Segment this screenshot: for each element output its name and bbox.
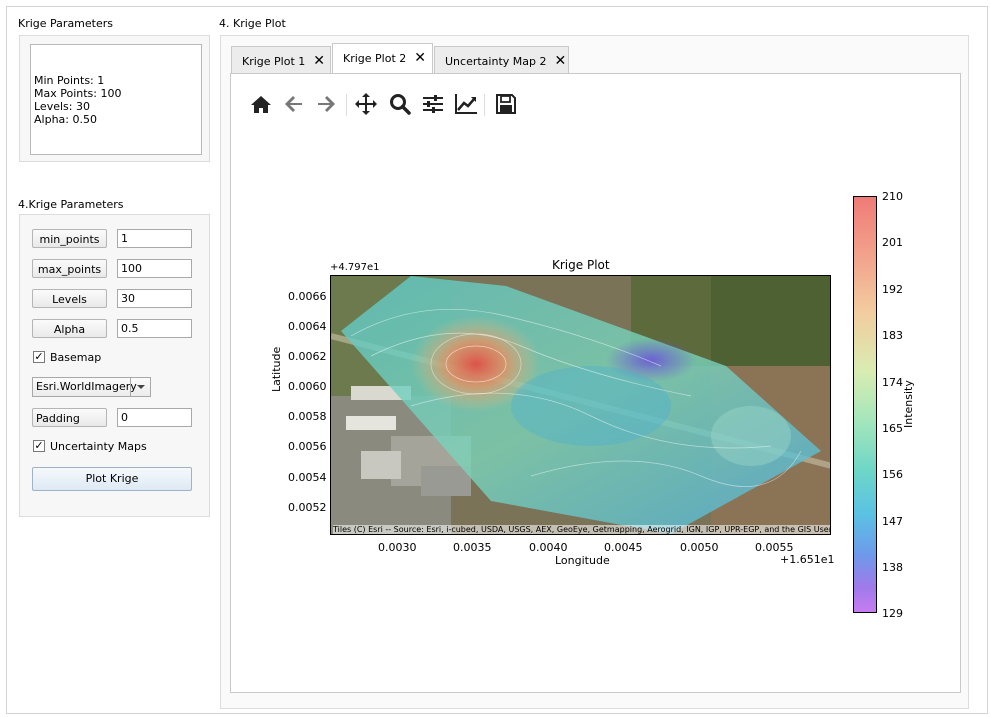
close-icon[interactable]: ✕ bbox=[414, 50, 426, 66]
colorbar-tick-label: 192 bbox=[882, 283, 903, 296]
summary-group-title: Krige Parameters bbox=[18, 17, 113, 30]
zoom-icon[interactable] bbox=[388, 92, 412, 116]
configure-subplots-icon[interactable] bbox=[421, 92, 445, 116]
summary-line-levels: Levels: 30 bbox=[34, 100, 90, 113]
summary-line-max-points: Max Points: 100 bbox=[34, 87, 122, 100]
toolbar-separator bbox=[346, 94, 347, 116]
x-tick-label: 0.0045 bbox=[604, 541, 643, 554]
colorbar-tick-label: 201 bbox=[882, 236, 903, 249]
padding-input[interactable]: 0 bbox=[117, 408, 192, 427]
alpha-input[interactable]: 0.5 bbox=[117, 319, 192, 338]
tab-krige-plot-2[interactable]: Krige Plot 2 ✕ bbox=[332, 43, 433, 73]
colorbar-tick-label: 183 bbox=[882, 329, 903, 342]
tab-label: Uncertainty Map 2 bbox=[445, 55, 547, 68]
colorbar-tick-label: 129 bbox=[882, 607, 903, 620]
basemap-select-value: Esri.WorldImagery bbox=[36, 380, 137, 393]
summary-line-min-points: Min Points: 1 bbox=[34, 74, 105, 87]
colorbar-tick-label: 147 bbox=[882, 515, 903, 528]
colorbar-label: Intensity bbox=[902, 380, 915, 428]
y-tick-label: 0.0054 bbox=[288, 471, 327, 484]
x-tick-label: 0.0035 bbox=[453, 541, 492, 554]
pan-icon[interactable] bbox=[354, 92, 378, 116]
max-points-input[interactable]: 100 bbox=[117, 259, 192, 278]
plot-group-title: 4. Krige Plot bbox=[219, 17, 286, 30]
y-tick-label: 0.0064 bbox=[288, 320, 327, 333]
summary-line-alpha: Alpha: 0.50 bbox=[34, 113, 97, 126]
y-tick-label: 0.0058 bbox=[288, 410, 327, 423]
colorbar-tick-label: 138 bbox=[882, 561, 903, 574]
y-tick-label: 0.0052 bbox=[288, 501, 327, 514]
tab-label: Krige Plot 1 bbox=[242, 55, 306, 68]
colorbar-tick-label: 156 bbox=[882, 468, 903, 481]
colorbar-tick-label: 210 bbox=[882, 190, 903, 203]
forward-arrow-icon[interactable] bbox=[314, 92, 338, 116]
x-offset-label: +1.651e1 bbox=[780, 553, 835, 566]
plot-title: Krige Plot bbox=[552, 258, 610, 272]
home-icon[interactable] bbox=[249, 92, 273, 116]
colorbar-tick-label: 174 bbox=[882, 376, 903, 389]
y-tick-label: 0.0066 bbox=[288, 290, 327, 303]
back-arrow-icon[interactable] bbox=[282, 92, 306, 116]
tab-krige-plot-1[interactable]: Krige Plot 1 ✕ bbox=[231, 46, 331, 74]
alpha-button[interactable]: Alpha bbox=[32, 319, 107, 338]
max-points-button[interactable]: max_points bbox=[32, 259, 107, 278]
close-icon[interactable]: ✕ bbox=[554, 53, 566, 69]
x-axis-label: Longitude bbox=[555, 554, 610, 567]
edit-axis-icon[interactable] bbox=[454, 92, 478, 116]
toolbar-separator bbox=[484, 94, 485, 116]
tab-label: Krige Plot 2 bbox=[343, 52, 407, 65]
basemap-image bbox=[331, 276, 830, 534]
basemap-label: Basemap bbox=[50, 351, 102, 364]
chevron-down-icon[interactable] bbox=[130, 377, 151, 397]
padding-button[interactable]: Padding bbox=[32, 408, 107, 427]
y-offset-label: +4.797e1 bbox=[330, 262, 380, 273]
levels-input[interactable]: 30 bbox=[117, 289, 192, 308]
save-icon[interactable] bbox=[494, 92, 518, 116]
plot-krige-button[interactable]: Plot Krige bbox=[32, 467, 192, 491]
params-group-title: 4.Krige Parameters bbox=[18, 198, 124, 211]
uncertainty-maps-label: Uncertainty Maps bbox=[50, 440, 147, 453]
basemap-checkbox[interactable]: ✓ bbox=[33, 351, 45, 363]
x-tick-label: 0.0040 bbox=[529, 541, 568, 554]
parameters-summary: Min Points: 1 Max Points: 100 Levels: 30… bbox=[30, 44, 202, 155]
uncertainty-maps-checkbox[interactable]: ✓ bbox=[33, 440, 45, 452]
x-tick-label: 0.0030 bbox=[378, 541, 417, 554]
map-axes[interactable]: Tiles (C) Esri -- Source: Esri, i-cubed,… bbox=[330, 275, 831, 535]
tab-uncertainty-map-2[interactable]: Uncertainty Map 2 ✕ bbox=[434, 46, 569, 74]
y-tick-label: 0.0060 bbox=[288, 380, 327, 393]
y-tick-label: 0.0062 bbox=[288, 350, 327, 363]
min-points-button[interactable]: min_points bbox=[32, 229, 107, 248]
map-attribution: Tiles (C) Esri -- Source: Esri, i-cubed,… bbox=[333, 525, 830, 534]
colorbar bbox=[853, 196, 877, 613]
y-axis-label: Latitude bbox=[270, 346, 283, 392]
x-tick-label: 0.0050 bbox=[680, 541, 719, 554]
colorbar-tick-label: 165 bbox=[882, 422, 903, 435]
close-icon[interactable]: ✕ bbox=[313, 53, 325, 69]
min-points-input[interactable]: 1 bbox=[117, 229, 192, 248]
levels-button[interactable]: Levels bbox=[32, 289, 107, 308]
y-tick-label: 0.0056 bbox=[288, 440, 327, 453]
